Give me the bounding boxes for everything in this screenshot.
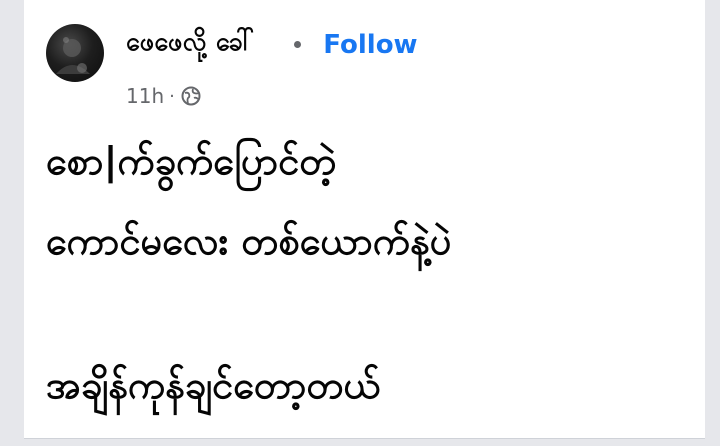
follow-button[interactable]: Follow [323, 30, 417, 60]
meta-separator: · [169, 85, 175, 107]
post-line: ကောင်မလေး တစ်ယောက်နဲ့ပဲ [46, 219, 452, 263]
author-row: ဖေဖေလို့ ခေါ် Follow [126, 26, 418, 63]
post-line: အချိန်ကုန်ချင်တော့တယ် [46, 363, 381, 407]
post-header: ဖေဖေလို့ ခေါ် Follow 11h · [46, 12, 695, 108]
separator-dot [294, 41, 302, 48]
post-card: ဖေဖေလို့ ခေါ် Follow 11h · စော|က်ခွက်ပြေ… [24, 0, 705, 439]
post-meta: 11h · [126, 84, 201, 108]
globe-icon[interactable] [181, 86, 201, 106]
feed-background: ဖေဖေလို့ ခေါ် Follow 11h · စော|က်ခွက်ပြေ… [0, 0, 720, 446]
post-line: စော|က်ခွက်ပြောင်တဲ့ [46, 139, 337, 183]
author-avatar[interactable] [46, 24, 104, 82]
author-name[interactable]: ဖေဖေလို့ ခေါ် [126, 26, 254, 63]
post-timestamp[interactable]: 11h [126, 84, 164, 108]
